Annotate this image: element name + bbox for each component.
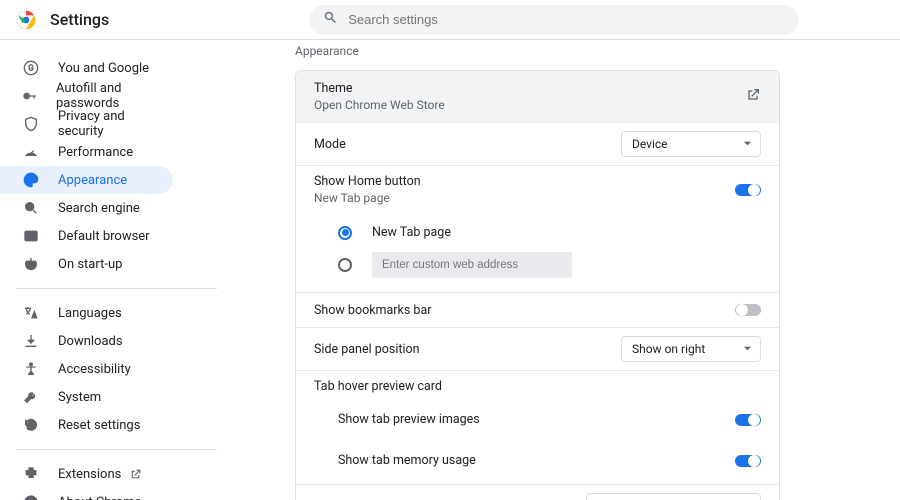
radio-label: New Tab page bbox=[372, 225, 451, 240]
browser-icon bbox=[22, 227, 40, 245]
sidebar-item-about[interactable]: About Chrome bbox=[0, 488, 173, 500]
chrome-logo-icon bbox=[16, 10, 36, 30]
person-icon: G bbox=[22, 59, 40, 77]
row-theme[interactable]: Theme Open Chrome Web Store bbox=[296, 71, 779, 122]
power-icon bbox=[22, 255, 40, 273]
header: Settings bbox=[0, 0, 900, 40]
bookmarks-label: Show bookmarks bar bbox=[314, 303, 431, 318]
sidepanel-label: Side panel position bbox=[314, 342, 420, 357]
radio-icon bbox=[338, 258, 352, 272]
sidebar-item-default-browser[interactable]: Default browser bbox=[0, 222, 173, 250]
chrome-icon bbox=[22, 493, 40, 500]
sidebar-item-system[interactable]: System bbox=[0, 383, 173, 411]
palette-icon bbox=[22, 171, 40, 189]
theme-sublabel: Open Chrome Web Store bbox=[314, 98, 445, 112]
sidebar-item-label: Default browser bbox=[58, 229, 150, 244]
sidebar-item-performance[interactable]: Performance bbox=[0, 138, 173, 166]
row-mode: Mode Device bbox=[296, 122, 779, 165]
translate-icon bbox=[22, 304, 40, 322]
fontsize-select[interactable]: Medium (Recommended) bbox=[586, 493, 761, 500]
sidebar-item-privacy[interactable]: Privacy and security bbox=[0, 110, 173, 138]
sidebar-item-label: Extensions bbox=[58, 467, 121, 482]
theme-label: Theme bbox=[314, 81, 445, 96]
dropdown-icon bbox=[743, 342, 752, 356]
sidebar-item-label: Performance bbox=[58, 145, 133, 160]
bookmarks-toggle[interactable] bbox=[735, 304, 761, 316]
sidebar-item-accessibility[interactable]: Accessibility bbox=[0, 355, 173, 383]
tabhover-label: Tab hover preview card bbox=[314, 379, 761, 394]
open-in-new-icon bbox=[745, 87, 761, 107]
page-title: Settings bbox=[50, 10, 109, 29]
settings-card: Theme Open Chrome Web Store Mode Device … bbox=[295, 70, 780, 500]
sidebar-item-label: Languages bbox=[58, 306, 122, 321]
search-box[interactable] bbox=[309, 5, 799, 35]
custom-address-input[interactable] bbox=[372, 252, 572, 278]
speedometer-icon bbox=[22, 143, 40, 161]
sidebar-item-label: Accessibility bbox=[58, 362, 131, 377]
sidebar-item-label: System bbox=[58, 390, 101, 405]
radio-new-tab-page[interactable]: New Tab page bbox=[314, 219, 761, 246]
dropdown-icon bbox=[743, 137, 752, 151]
sidebar-item-label: You and Google bbox=[58, 61, 149, 76]
mode-label: Mode bbox=[314, 137, 346, 152]
radio-custom-address[interactable] bbox=[314, 246, 761, 284]
sidebar-item-label: Reset settings bbox=[58, 418, 140, 433]
build-icon bbox=[22, 388, 40, 406]
sidebar-item-label: Appearance bbox=[58, 173, 127, 188]
search-icon bbox=[323, 10, 348, 29]
sidebar-item-you-and-google[interactable]: G You and Google bbox=[0, 54, 173, 82]
key-icon bbox=[22, 87, 38, 105]
sidebar-item-extensions[interactable]: Extensions bbox=[0, 460, 173, 488]
sidebar: G You and Google Autofill and passwords P… bbox=[0, 40, 233, 500]
row-home-button: Show Home button New Tab page New Tab pa… bbox=[296, 165, 779, 292]
section-title: Appearance bbox=[295, 44, 860, 58]
home-label: Show Home button bbox=[314, 174, 421, 189]
sidebar-item-autofill[interactable]: Autofill and passwords bbox=[0, 82, 173, 110]
sidepanel-select[interactable]: Show on right bbox=[621, 336, 761, 362]
radio-icon bbox=[338, 226, 352, 240]
download-icon bbox=[22, 332, 40, 350]
divider bbox=[16, 449, 217, 450]
sidebar-item-label: Downloads bbox=[58, 334, 123, 349]
sidebar-item-languages[interactable]: Languages bbox=[0, 299, 173, 327]
accessibility-icon bbox=[22, 360, 40, 378]
sidebar-item-reset[interactable]: Reset settings bbox=[0, 411, 173, 439]
sidebar-item-downloads[interactable]: Downloads bbox=[0, 327, 173, 355]
restore-icon bbox=[22, 416, 40, 434]
row-tab-hover: Tab hover preview card Show tab preview … bbox=[296, 370, 779, 484]
tab-memory-toggle[interactable] bbox=[735, 455, 761, 467]
sidebar-item-appearance[interactable]: Appearance bbox=[0, 166, 173, 194]
tab-preview-images-toggle[interactable] bbox=[735, 414, 761, 426]
row-side-panel: Side panel position Show on right bbox=[296, 327, 779, 370]
row-font-size: Font size Medium (Recommended) bbox=[296, 484, 779, 500]
sidebar-item-label: On start-up bbox=[58, 257, 122, 272]
sidebar-item-search-engine[interactable]: Search engine bbox=[0, 194, 173, 222]
sidebar-item-label: About Chrome bbox=[58, 495, 141, 500]
row-bookmarks-bar: Show bookmarks bar bbox=[296, 292, 779, 327]
sidebar-item-label: Autofill and passwords bbox=[56, 81, 173, 111]
shield-icon bbox=[22, 115, 40, 133]
home-sublabel: New Tab page bbox=[314, 191, 421, 205]
sidebar-item-label: Privacy and security bbox=[58, 109, 173, 139]
divider bbox=[16, 288, 217, 289]
extension-icon bbox=[22, 465, 40, 483]
mode-select[interactable]: Device bbox=[621, 131, 761, 157]
home-toggle[interactable] bbox=[735, 184, 761, 196]
main-content: Appearance Theme Open Chrome Web Store M… bbox=[233, 40, 900, 500]
search-input[interactable] bbox=[348, 12, 785, 27]
open-in-new-icon bbox=[129, 468, 142, 481]
sidebar-item-on-start-up[interactable]: On start-up bbox=[0, 250, 173, 278]
search-icon bbox=[22, 199, 40, 217]
sidepanel-value: Show on right bbox=[632, 342, 705, 356]
sidebar-item-label: Search engine bbox=[58, 201, 140, 216]
svg-text:G: G bbox=[28, 64, 33, 73]
tab-memory-label: Show tab memory usage bbox=[338, 453, 476, 468]
tab-preview-images-label: Show tab preview images bbox=[338, 412, 480, 427]
mode-value: Device bbox=[632, 137, 668, 151]
